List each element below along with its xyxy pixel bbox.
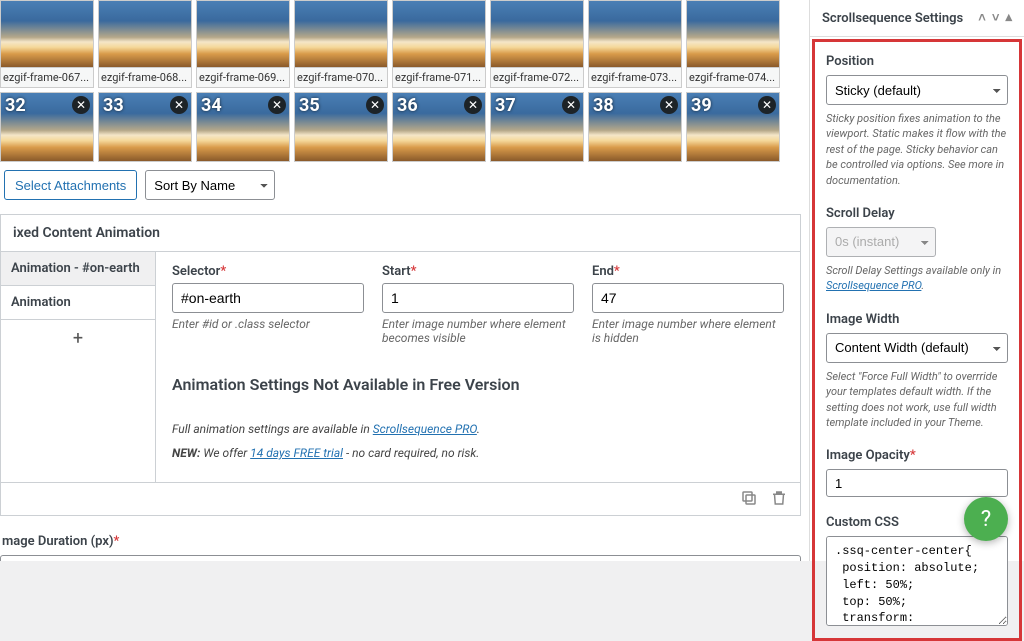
end-help: Enter image number where element is hidd… [592, 317, 784, 345]
thumbnail-card[interactable]: ezgif-frame-072... [490, 0, 584, 88]
thumbnail-remove-icon[interactable]: ✕ [366, 96, 384, 114]
image-opacity-input[interactable] [826, 469, 1008, 497]
thumbnail-card[interactable]: 32 ✕ [0, 92, 94, 162]
image-width-select[interactable]: Content Width (default) [826, 333, 1008, 363]
image-width-label: Image Width [826, 312, 1008, 327]
thumbnail-card[interactable]: 37 ✕ [490, 92, 584, 162]
duration-input[interactable] [0, 555, 801, 561]
thumbnail-row-bottom: 32 ✕ 33 ✕ 34 ✕ 35 ✕ 36 ✕ 37 ✕ 38 ✕ 39 ✕ [0, 92, 801, 162]
panel-toggle-icon[interactable]: ▴ [1005, 10, 1012, 26]
thumbnail-remove-icon[interactable]: ✕ [72, 96, 90, 114]
thumbnail-remove-icon[interactable]: ✕ [464, 96, 482, 114]
start-label: Start* [382, 264, 574, 279]
scroll-delay-label: Scroll Delay [826, 206, 1008, 221]
thumbnail-card[interactable]: 34 ✕ [196, 92, 290, 162]
position-label: Position [826, 54, 1008, 69]
copy-icon[interactable] [740, 489, 760, 509]
thumbnail-card[interactable]: 33 ✕ [98, 92, 192, 162]
thumbnail-number: 33 [103, 95, 124, 116]
end-input[interactable] [592, 283, 784, 313]
thumbnail-card[interactable]: 36 ✕ [392, 92, 486, 162]
image-opacity-label: Image Opacity* [826, 448, 1008, 463]
thumbnail-card[interactable]: 39 ✕ [686, 92, 780, 162]
thumbnail-remove-icon[interactable]: ✕ [562, 96, 580, 114]
thumbnail-remove-icon[interactable]: ✕ [268, 96, 286, 114]
image-width-help: Select "Force Full Width" to overrride y… [826, 369, 1008, 431]
animation-tab[interactable]: Animation [1, 286, 155, 320]
thumbnail-card[interactable]: ezgif-frame-070... [294, 0, 388, 88]
thumbnail-label: ezgif-frame-072... [490, 68, 584, 88]
thumbnail-card[interactable]: 38 ✕ [588, 92, 682, 162]
thumbnail-remove-icon[interactable]: ✕ [758, 96, 776, 114]
position-select[interactable]: Sticky (default) [826, 75, 1008, 105]
position-help: Sticky position fixes animation to the v… [826, 111, 1008, 188]
start-help: Enter image number where element becomes… [382, 317, 574, 345]
thumbnail-number: 37 [495, 95, 516, 116]
selector-input[interactable] [172, 283, 364, 313]
pro-link-sidebar[interactable]: Scrollsequence PRO [826, 279, 921, 292]
thumbnail-label: ezgif-frame-067... [0, 68, 94, 88]
thumbnail-card[interactable]: ezgif-frame-068... [98, 0, 192, 88]
thumbnail-remove-icon[interactable]: ✕ [660, 96, 678, 114]
thumbnail-card[interactable]: ezgif-frame-073... [588, 0, 682, 88]
thumbnail-card[interactable]: ezgif-frame-071... [392, 0, 486, 88]
thumbnail-card[interactable]: ezgif-frame-074... [686, 0, 780, 88]
notice-line-2: NEW: We offer 14 days FREE trial - no ca… [172, 446, 784, 460]
thumbnail-number: 34 [201, 95, 222, 116]
selector-help: Enter #id or .class selector [172, 317, 364, 331]
trial-link[interactable]: 14 days FREE trial [250, 446, 343, 460]
thumbnail-label: ezgif-frame-074... [686, 68, 780, 88]
select-attachments-button[interactable]: Select Attachments [4, 170, 137, 200]
sort-by-select[interactable]: Sort By Name [145, 170, 275, 200]
thumbnail-card[interactable]: ezgif-frame-067... [0, 0, 94, 88]
selector-label: Selector* [172, 264, 364, 279]
thumbnail-number: 32 [5, 95, 26, 116]
thumbnail-card[interactable]: ezgif-frame-069... [196, 0, 290, 88]
thumbnail-label: ezgif-frame-073... [588, 68, 682, 88]
animation-tab-on-earth[interactable]: Animation - #on-earth [1, 252, 155, 286]
panel-title: ixed Content Animation [0, 214, 801, 252]
panel-up-icon[interactable]: ˄ [978, 10, 986, 26]
notice-title: Animation Settings Not Available in Free… [172, 375, 784, 394]
scroll-delay-select: 0s (instant) [826, 227, 936, 257]
duration-label: mage Duration (px)* [2, 534, 801, 549]
pro-link[interactable]: Scrollsequence PRO [373, 422, 477, 436]
thumbnail-label: ezgif-frame-068... [98, 68, 192, 88]
custom-css-textarea[interactable] [826, 536, 1008, 626]
notice-line-1: Full animation settings are available in… [172, 422, 784, 436]
thumbnail-number: 39 [691, 95, 712, 116]
trash-icon[interactable] [770, 489, 790, 509]
add-animation-button[interactable]: + [1, 320, 155, 357]
thumbnail-remove-icon[interactable]: ✕ [170, 96, 188, 114]
thumbnail-number: 36 [397, 95, 418, 116]
thumbnail-number: 38 [593, 95, 614, 116]
sidebar-header: Scrollsequence Settings ˄ ˅ ▴ [810, 0, 1024, 37]
help-fab-button[interactable]: ? [964, 497, 1008, 541]
thumbnail-card[interactable]: 35 ✕ [294, 92, 388, 162]
panel-down-icon[interactable]: ˅ [992, 10, 1000, 26]
thumbnail-label: ezgif-frame-070... [294, 68, 388, 88]
end-label: End* [592, 264, 784, 279]
thumbnail-label: ezgif-frame-071... [392, 68, 486, 88]
thumbnail-label: ezgif-frame-069... [196, 68, 290, 88]
thumbnail-row-top: ezgif-frame-067...ezgif-frame-068...ezgi… [0, 0, 801, 88]
scroll-delay-help: Scroll Delay Settings available only in … [826, 263, 1008, 294]
thumbnail-number: 35 [299, 95, 320, 116]
start-input[interactable] [382, 283, 574, 313]
